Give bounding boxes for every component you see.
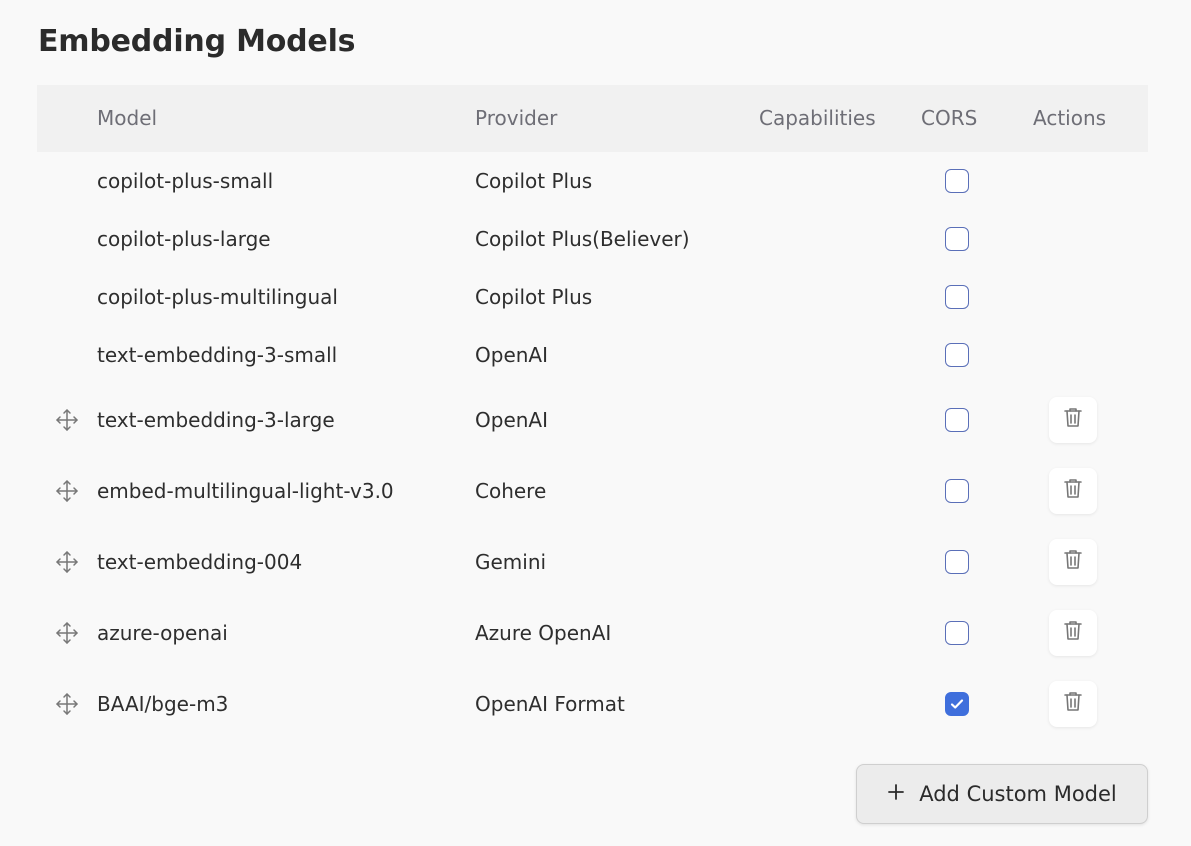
model-name: text-embedding-3-large: [97, 407, 335, 432]
add-custom-model-button[interactable]: Add Custom Model: [856, 764, 1148, 824]
model-name: text-embedding-004: [97, 549, 303, 574]
provider-name: Azure OpenAI: [475, 620, 612, 645]
model-name: azure-openai: [97, 620, 228, 645]
provider-name: Copilot Plus: [475, 285, 593, 309]
cors-cell: [945, 668, 969, 739]
header-cors: CORS: [921, 106, 978, 130]
cors-cell: [945, 597, 969, 668]
model-name: BAAI/bge-m3: [97, 691, 229, 716]
actions-cell: [1049, 597, 1097, 668]
table-row: copilot-plus-small Copilot Plus: [37, 152, 1148, 210]
trash-icon: [1063, 406, 1083, 433]
actions-cell: [1049, 526, 1097, 597]
model-name: embed-multilingual-light-v3.0: [97, 478, 394, 503]
table-row: copilot-plus-large Copilot Plus(Believer): [37, 210, 1148, 268]
cors-cell: [945, 455, 969, 526]
cors-checkbox[interactable]: [945, 691, 969, 716]
header-actions: Actions: [1033, 106, 1107, 130]
model-name: copilot-plus-small: [97, 169, 274, 193]
model-name: text-embedding-3-small: [97, 343, 338, 367]
cors-checkbox[interactable]: [945, 478, 969, 503]
cors-checkbox[interactable]: [945, 549, 969, 574]
provider-name: Cohere: [475, 478, 547, 503]
table-row: azure-openai Azure OpenAI: [37, 597, 1148, 668]
table-row: copilot-plus-multilingual Copilot Plus: [37, 268, 1148, 326]
table-row: embed-multilingual-light-v3.0 Cohere: [37, 455, 1148, 526]
models-table: Model Provider Capabilities CORS Actions…: [37, 85, 1148, 739]
table-row: text-embedding-004 Gemini: [37, 526, 1148, 597]
header-capabilities: Capabilities: [759, 106, 876, 130]
cors-checkbox[interactable]: [945, 407, 969, 432]
delete-model-button[interactable]: [1049, 609, 1097, 656]
actions-cell: [1049, 455, 1097, 526]
checkmark-icon: [949, 696, 965, 712]
cors-checkbox[interactable]: [945, 285, 969, 309]
trash-icon: [1063, 548, 1083, 575]
cors-cell: [945, 152, 969, 210]
header-provider: Provider: [475, 106, 558, 130]
move-arrows-icon[interactable]: [54, 526, 80, 597]
provider-name: Gemini: [475, 549, 547, 574]
delete-model-button[interactable]: [1049, 680, 1097, 727]
provider-name: OpenAI: [475, 343, 548, 367]
delete-model-button[interactable]: [1049, 396, 1097, 443]
cors-cell: [945, 526, 969, 597]
move-arrows-icon[interactable]: [54, 384, 80, 455]
trash-icon: [1063, 477, 1083, 504]
provider-name: Copilot Plus: [475, 169, 593, 193]
move-arrows-icon[interactable]: [54, 668, 80, 739]
cors-checkbox[interactable]: [945, 227, 969, 251]
move-arrows-icon[interactable]: [54, 597, 80, 668]
trash-icon: [1063, 690, 1083, 717]
header-model: Model: [97, 106, 158, 130]
provider-name: Copilot Plus(Believer): [475, 227, 690, 251]
provider-name: OpenAI: [475, 407, 548, 432]
table-header: Model Provider Capabilities CORS Actions: [37, 85, 1148, 152]
trash-icon: [1063, 619, 1083, 646]
cors-cell: [945, 268, 969, 326]
embedding-models-page: Embedding Models Model Provider Capabili…: [0, 0, 1191, 846]
delete-model-button[interactable]: [1049, 538, 1097, 585]
cors-checkbox[interactable]: [945, 169, 969, 193]
page-title: Embedding Models: [38, 24, 356, 59]
table-row: text-embedding-3-large OpenAI: [37, 384, 1148, 455]
table-row: BAAI/bge-m3 OpenAI Format: [37, 668, 1148, 739]
actions-cell: [1049, 384, 1097, 455]
table-row: text-embedding-3-small OpenAI: [37, 326, 1148, 384]
actions-cell: [1049, 668, 1097, 739]
cors-checkbox[interactable]: [945, 343, 969, 367]
add-custom-model-label: Add Custom Model: [919, 782, 1117, 806]
move-arrows-icon[interactable]: [54, 455, 80, 526]
cors-cell: [945, 326, 969, 384]
table-body: copilot-plus-small Copilot Plus copilot-pl…: [37, 152, 1148, 739]
cors-cell: [945, 384, 969, 455]
plus-icon: [887, 782, 905, 806]
provider-name: OpenAI Format: [475, 691, 625, 716]
delete-model-button[interactable]: [1049, 467, 1097, 514]
model-name: copilot-plus-large: [97, 227, 271, 251]
model-name: copilot-plus-multilingual: [97, 285, 338, 309]
cors-cell: [945, 210, 969, 268]
cors-checkbox[interactable]: [945, 620, 969, 645]
